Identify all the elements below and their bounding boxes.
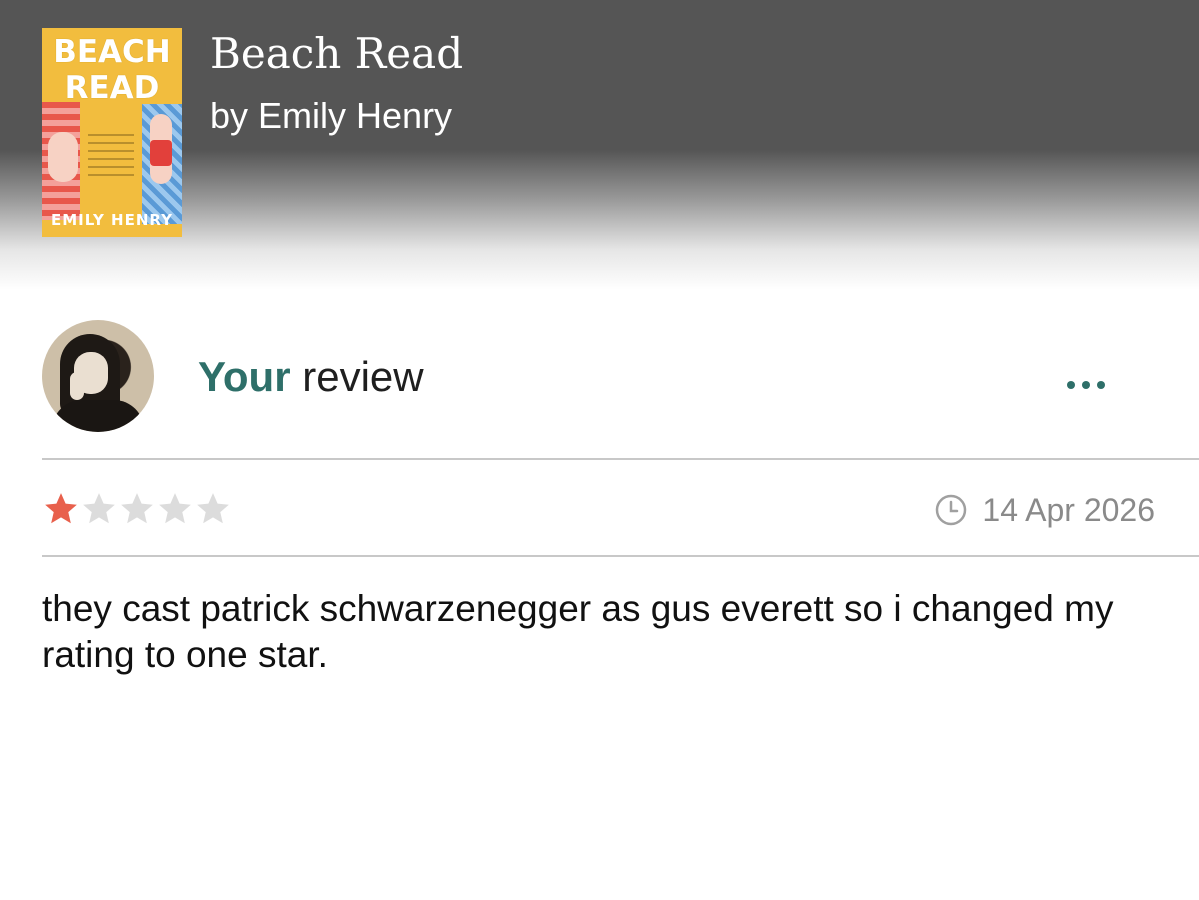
more-dots-icon — [1097, 381, 1105, 389]
clock-icon — [936, 494, 967, 526]
review-date: 14 Apr 2026 — [934, 488, 1155, 532]
cover-blurb — [88, 128, 134, 198]
star-icon[interactable] — [80, 490, 118, 528]
review-heading: Your review — [198, 352, 424, 402]
divider — [42, 555, 1199, 557]
cover-illustration-figure — [48, 132, 78, 182]
more-dots-icon — [1067, 381, 1075, 389]
more-dots-icon — [1082, 381, 1090, 389]
star-rating[interactable] — [42, 490, 232, 530]
book-header: BEACH READ EMILY HENRY Beach Read by Emi… — [0, 0, 1199, 290]
star-icon[interactable] — [42, 490, 80, 528]
star-icon[interactable] — [194, 490, 232, 528]
avatar[interactable] — [42, 320, 154, 432]
divider — [42, 458, 1199, 460]
book-author[interactable]: by Emily Henry — [210, 94, 452, 138]
star-icon[interactable] — [156, 490, 194, 528]
cover-title: BEACH READ — [53, 34, 171, 106]
review-date-text: 14 Apr 2026 — [982, 491, 1155, 528]
cover-illustration-swimsuit — [150, 140, 172, 166]
more-options-button[interactable] — [1056, 370, 1116, 400]
review-text: they cast patrick schwarzenegger as gus … — [42, 588, 1114, 675]
star-icon[interactable] — [118, 490, 156, 528]
book-title[interactable]: Beach Read — [210, 28, 463, 80]
review-heading-suffix: review — [290, 353, 424, 400]
cover-author: EMILY HENRY — [50, 211, 173, 229]
review-heading-your: Your — [198, 353, 291, 400]
book-cover[interactable]: BEACH READ EMILY HENRY — [42, 28, 182, 237]
